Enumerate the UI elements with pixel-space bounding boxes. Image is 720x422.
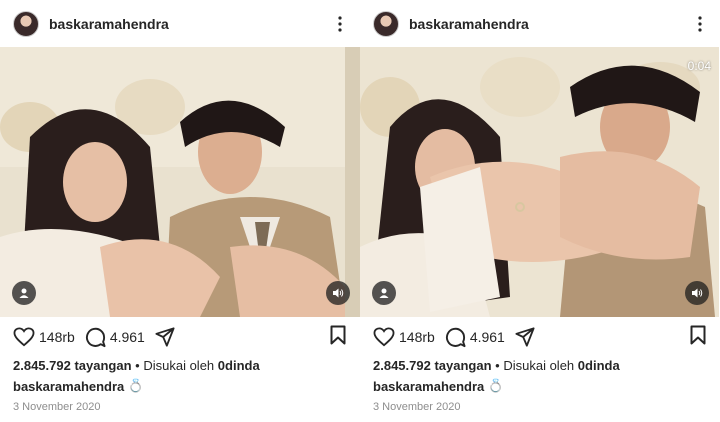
user-tag-icon[interactable] — [372, 281, 396, 305]
speaker-icon[interactable] — [685, 281, 709, 305]
username[interactable]: baskaramahendra — [49, 16, 169, 32]
comment-count: 4.961 — [109, 329, 145, 345]
separator: • — [495, 358, 500, 373]
video-frame[interactable]: 0:04 — [360, 47, 719, 317]
view-count: 2.845.792 tayangan — [373, 358, 492, 373]
speaker-icon[interactable] — [326, 281, 350, 305]
post-header: baskaramahendra — [373, 8, 710, 40]
send-icon — [515, 327, 535, 347]
like-button[interactable]: 148rb — [373, 327, 435, 347]
comment-button[interactable]: 4.961 — [445, 327, 505, 348]
liked-by-prefix: Disukai oleh — [143, 358, 215, 373]
comment-icon — [85, 327, 106, 347]
avatar[interactable] — [373, 11, 399, 37]
bookmark-icon[interactable] — [330, 325, 346, 350]
post-date: 3 November 2020 — [373, 401, 461, 413]
heart-icon — [373, 327, 395, 347]
post-date: 3 November 2020 — [13, 401, 101, 413]
liked-by-prefix: Disukai oleh — [503, 358, 575, 373]
heart-icon — [13, 327, 35, 347]
more-vertical-icon[interactable] — [690, 12, 710, 36]
comment-count: 4.961 — [469, 329, 505, 345]
username[interactable]: baskaramahendra — [409, 16, 529, 32]
caption-username[interactable]: baskaramahendra — [13, 379, 124, 394]
liked-by-user[interactable]: 0dinda — [578, 358, 620, 373]
separator: • — [135, 358, 140, 373]
views-line: 2.845.792 tayangan • Disukai oleh 0dinda — [373, 358, 620, 373]
view-count: 2.845.792 tayangan — [13, 358, 132, 373]
more-vertical-icon[interactable] — [330, 12, 350, 36]
like-button[interactable]: 148rb — [13, 327, 75, 347]
bookmark-icon[interactable] — [690, 325, 706, 350]
send-icon — [155, 327, 175, 347]
action-bar: 148rb 4.961 — [373, 325, 706, 350]
post-card: baskaramahendra 0:04 148rb 4.961 2.845.7… — [360, 0, 720, 422]
ring-emoji: 💍 — [127, 378, 145, 393]
video-timer: 0:04 — [687, 59, 711, 73]
video-frame[interactable] — [0, 47, 360, 317]
share-button[interactable] — [155, 327, 175, 347]
action-bar: 148rb 4.961 — [13, 325, 346, 350]
comment-button[interactable]: 4.961 — [85, 327, 145, 348]
ring-emoji: 💍 — [487, 378, 505, 393]
caption: baskaramahendra 💍 — [373, 378, 504, 394]
caption-username[interactable]: baskaramahendra — [373, 379, 484, 394]
liked-by-user[interactable]: 0dinda — [218, 358, 260, 373]
like-count: 148rb — [399, 329, 435, 345]
views-line: 2.845.792 tayangan • Disukai oleh 0dinda — [13, 358, 260, 373]
comment-icon — [445, 327, 466, 347]
post-card: baskaramahendra 148rb 4.961 2.845.792 ta… — [0, 0, 360, 422]
like-count: 148rb — [39, 329, 75, 345]
share-button[interactable] — [515, 327, 535, 347]
post-header: baskaramahendra — [13, 8, 350, 40]
avatar[interactable] — [13, 11, 39, 37]
user-tag-icon[interactable] — [12, 281, 36, 305]
caption: baskaramahendra 💍 — [13, 378, 144, 394]
